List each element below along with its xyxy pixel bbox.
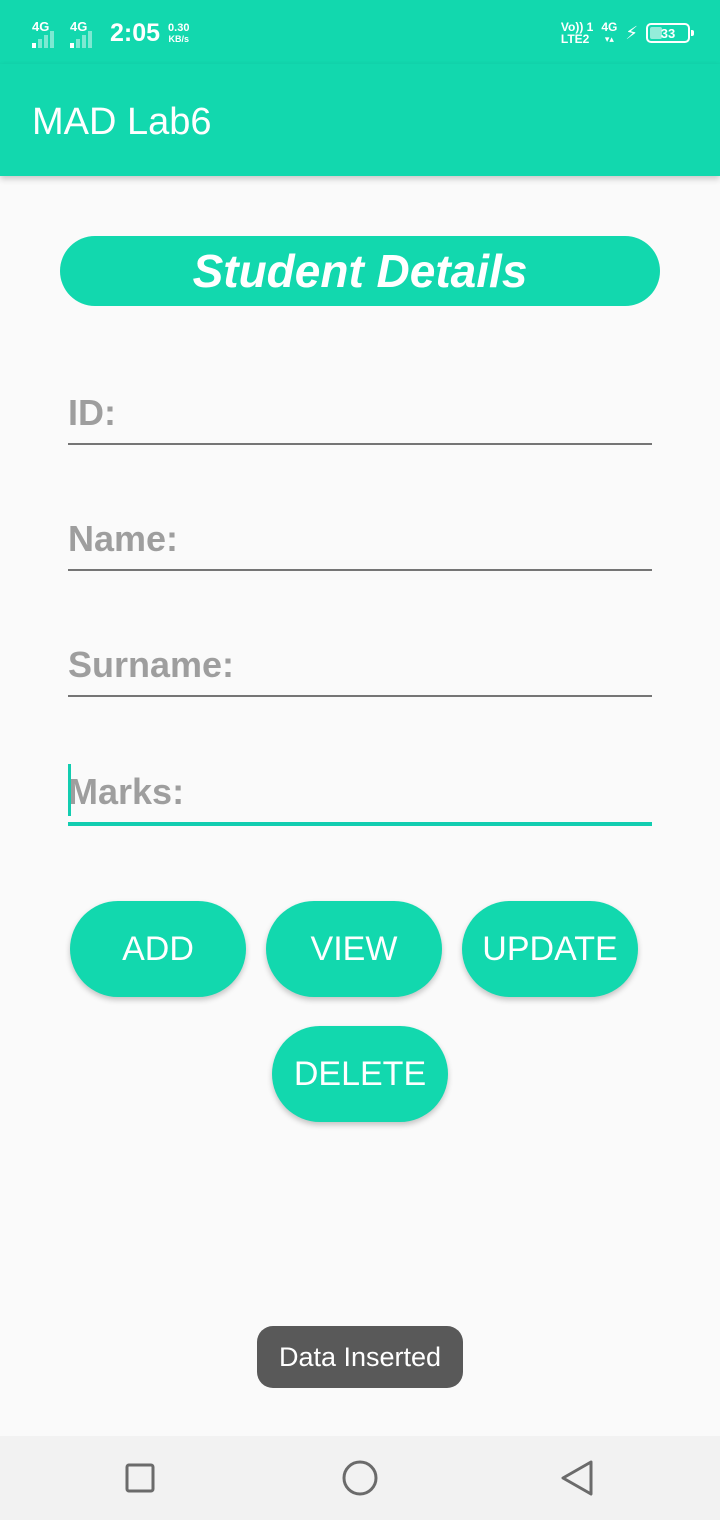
back-button[interactable] <box>555 1458 599 1498</box>
sim1-signal-icon: 4G <box>30 20 66 48</box>
sim1-signal-bars <box>32 31 54 48</box>
toast-message: Data Inserted <box>257 1326 463 1388</box>
network-speed-value: 0.30 <box>168 22 190 34</box>
status-clock: 2:05 <box>110 19 161 47</box>
network-speed: 0.30 KB/s <box>168 23 189 48</box>
data-activity-arrows: ▾▴ <box>604 34 614 44</box>
volte-bottom: LTE2 <box>560 32 590 46</box>
data-network-icon: 4G ▾▴ <box>601 21 617 45</box>
surname-field-hint: Surname: <box>68 644 235 685</box>
marks-field[interactable]: Marks: <box>68 763 652 826</box>
triangle-back-icon <box>561 1460 593 1496</box>
battery-icon: 33 <box>646 23 694 43</box>
update-button[interactable]: UPDATE <box>462 901 638 997</box>
sim2-signal-icon: 4G <box>68 20 104 48</box>
charging-icon: ⚡ <box>625 23 638 43</box>
surname-field[interactable]: Surname: <box>68 637 652 697</box>
form-header-text: Student Details <box>192 245 528 297</box>
recent-apps-button[interactable] <box>118 1458 162 1498</box>
status-left: 4G 4G 2:05 0.30 KB/s <box>30 16 189 48</box>
battery-level: 33 <box>660 25 676 41</box>
id-field-hint: ID: <box>68 392 116 433</box>
network-speed-unit: KB/s <box>168 34 190 44</box>
marks-field-hint: Marks: <box>68 771 185 812</box>
form-header: Student Details <box>60 236 660 306</box>
home-button[interactable] <box>338 1458 382 1498</box>
navigation-bar <box>0 1436 720 1520</box>
add-button[interactable]: ADD <box>70 901 246 997</box>
status-bar: 4G 4G 2:05 0.30 KB/s Vo)) 1 LTE2 4G ▾▴ ⚡… <box>0 0 720 64</box>
name-field-hint: Name: <box>68 518 179 559</box>
battery-terminal <box>691 30 694 36</box>
view-button[interactable]: VIEW <box>266 901 442 997</box>
id-field[interactable]: ID: <box>68 385 652 445</box>
app-bar: MAD Lab6 <box>0 64 720 176</box>
app-title: MAD Lab6 <box>32 101 212 143</box>
volte-indicator: Vo)) 1 LTE2 <box>561 21 593 45</box>
sim2-signal-bars <box>70 31 92 48</box>
delete-button[interactable]: DELETE <box>272 1026 448 1122</box>
text-cursor <box>68 764 71 816</box>
name-field[interactable]: Name: <box>68 511 652 571</box>
status-right: Vo)) 1 LTE2 4G ▾▴ ⚡ 33 <box>561 18 694 48</box>
square-icon <box>125 1463 155 1493</box>
data-network-type: 4G <box>601 20 618 34</box>
circle-icon <box>342 1460 378 1496</box>
